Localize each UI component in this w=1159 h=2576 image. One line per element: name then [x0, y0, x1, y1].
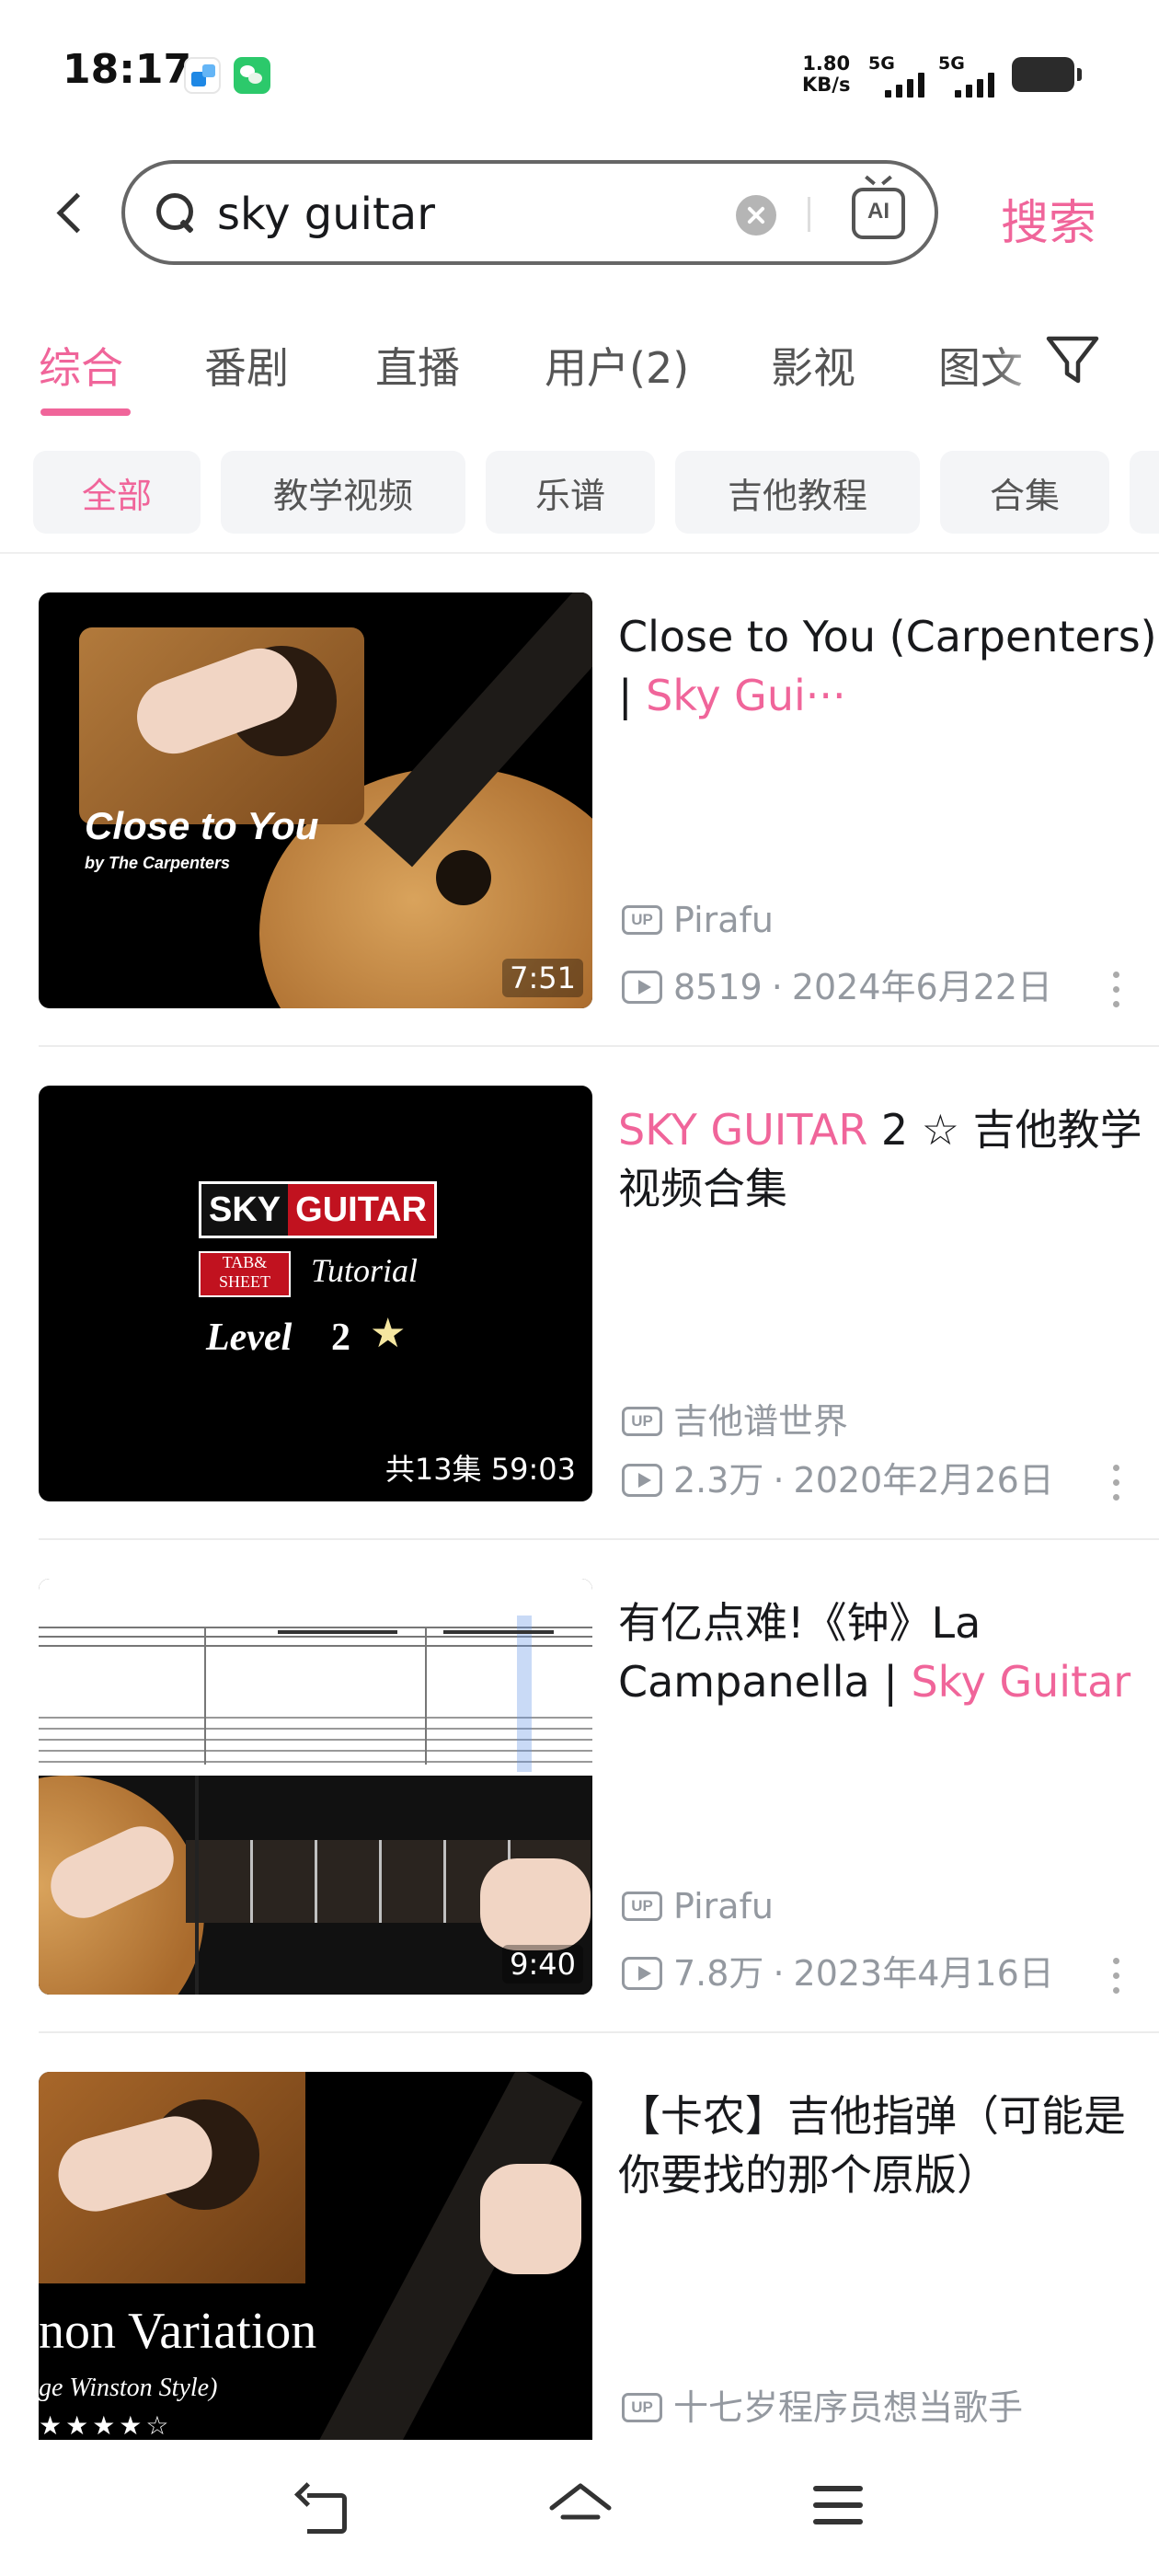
thumbnail-subtitle: by The Carpenters: [85, 854, 231, 872]
chip-sheet-music[interactable]: 乐谱: [486, 451, 655, 534]
nav-menu-icon[interactable]: [813, 2486, 863, 2526]
video-author[interactable]: UP 十七岁程序员想当歌手: [622, 2379, 1023, 2430]
chip-guitar-tutorials[interactable]: 吉他教程: [675, 451, 920, 534]
video-stats: 7.8万 · 2023年4月16日: [622, 1945, 1054, 1995]
search-button[interactable]: 搜索: [1001, 184, 1096, 253]
app-notification-icon: [184, 57, 221, 94]
status-time: 18:17: [63, 46, 192, 93]
signal-icon: 5G: [868, 53, 933, 99]
video-title[interactable]: 有亿点难!《钟》La Campanella | Sky Guitar: [618, 1593, 1159, 1711]
clear-icon[interactable]: [736, 195, 776, 236]
nav-back-icon[interactable]: [294, 2484, 350, 2534]
video-card[interactable]: 9:40 有亿点难!《钟》La Campanella | Sky Guitar …: [39, 1579, 1159, 2002]
video-duration: 9:40: [502, 1945, 583, 1984]
thumbnail-title: Close to You: [85, 804, 319, 847]
chip-collections[interactable]: 合集: [940, 451, 1109, 534]
tab-comprehensive[interactable]: 综合: [39, 335, 123, 396]
wechat-icon: [234, 57, 270, 94]
active-tab-indicator: [40, 408, 131, 416]
battery-icon: [1012, 57, 1082, 92]
video-card[interactable]: SKY GUITAR TAB& SHEET Tutorial Level 2 ★ …: [39, 1086, 1159, 1509]
search-tabs: 综合 番剧 直播 用户(2) 影视 图文: [0, 322, 1159, 423]
chip-teaching-videos[interactable]: 教学视频: [221, 451, 465, 534]
video-duration: 7:51: [502, 959, 583, 997]
network-speed-value: 1.80: [802, 52, 851, 75]
video-title[interactable]: SKY GUITAR 2 ☆ 吉他教学视频合集: [618, 1100, 1159, 1218]
chip-more[interactable]: [1130, 451, 1159, 534]
play-count-icon: [622, 1956, 662, 1990]
up-icon: UP: [622, 2392, 662, 2422]
chip-all[interactable]: 全部: [33, 451, 201, 534]
star-icon: ★: [370, 1310, 407, 1357]
video-duration: 共13集 59:03: [377, 1444, 583, 1490]
network-speed-unit: KB/s: [802, 74, 851, 96]
search-bar[interactable]: AI: [121, 160, 938, 265]
video-thumbnail[interactable]: Close to You by The Carpenters 7:51: [39, 592, 592, 1008]
ai-assistant-icon[interactable]: AI: [852, 188, 905, 239]
search-input[interactable]: [217, 182, 824, 247]
signal-label: 5G: [938, 53, 965, 74]
video-thumbnail[interactable]: 9:40: [39, 1579, 592, 1995]
play-count-icon: [622, 970, 662, 1004]
tab-anime[interactable]: 番剧: [204, 335, 289, 396]
video-stats: 2.3万 · 2020年2月26日: [622, 1452, 1054, 1502]
video-author[interactable]: UP Pirafu: [622, 900, 774, 940]
up-icon: UP: [622, 1891, 662, 1921]
tab-live[interactable]: 直播: [375, 335, 460, 396]
video-title[interactable]: Close to You (Carpenters) | Sky Gui···: [618, 607, 1159, 725]
video-thumbnail[interactable]: non Variation ge Winston Style) ★★★★☆: [39, 2072, 592, 2440]
more-options-icon[interactable]: [1102, 1954, 1130, 2009]
video-title[interactable]: 【卡农】吉他指弹（可能是你要找的那个原版）: [618, 2087, 1159, 2204]
tab-users[interactable]: 用户(2): [545, 335, 689, 396]
search-icon: [155, 191, 197, 234]
rating-stars-icon: ★★★★☆: [39, 2410, 173, 2440]
divider: [808, 197, 810, 232]
more-options-icon[interactable]: [1102, 968, 1130, 1023]
signal-label: 5G: [868, 53, 895, 74]
video-author[interactable]: UP Pirafu: [622, 1886, 774, 1926]
video-card[interactable]: Close to You by The Carpenters 7:51 Clos…: [39, 592, 1159, 1016]
nav-home-icon[interactable]: [548, 2478, 613, 2534]
signal-icon: 5G: [938, 53, 1003, 99]
category-chips: 全部 教学视频 乐谱 吉他教程 合集: [0, 451, 1159, 535]
play-count-icon: [622, 1463, 662, 1497]
up-icon: UP: [622, 1406, 662, 1436]
network-speed: 1.80 KB/s: [802, 53, 850, 96]
back-button[interactable]: [42, 180, 98, 245]
status-bar: 18:17 1.80 KB/s 5G 5G: [0, 0, 1159, 138]
filter-icon[interactable]: [1043, 331, 1107, 401]
video-author[interactable]: UP 吉他谱世界: [622, 1393, 848, 1443]
video-thumbnail[interactable]: SKY GUITAR TAB& SHEET Tutorial Level 2 ★ …: [39, 1086, 592, 1501]
system-navigation-bar: [0, 2447, 1159, 2576]
tab-movies[interactable]: 影视: [771, 335, 855, 396]
video-card[interactable]: non Variation ge Winston Style) ★★★★☆ 【卡…: [39, 2072, 1159, 2440]
thumbnail-subtitle: ge Winston Style): [39, 2374, 218, 2402]
up-icon: UP: [622, 904, 662, 935]
more-options-icon[interactable]: [1102, 1461, 1130, 1516]
video-stats: 8519 · 2024年6月22日: [622, 959, 1052, 1009]
thumbnail-title: non Variation: [39, 2303, 317, 2360]
